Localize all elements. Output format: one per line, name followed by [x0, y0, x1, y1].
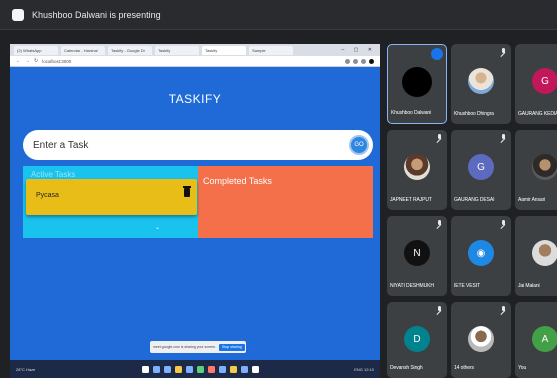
browser-tab[interactable]: Sample [249, 45, 293, 55]
browser-tab-strip: (2) WhatsApp Calendar - Harshal Taskify … [10, 44, 380, 56]
task-form: GO [23, 130, 373, 160]
vscode-icon[interactable] [219, 365, 226, 373]
speaking-icon [431, 48, 443, 60]
participant-name: GAURANG KEDIA [518, 111, 557, 117]
avatar: D [404, 326, 430, 352]
system-tray[interactable]: ENG 12:10 [354, 367, 374, 372]
forward-icon[interactable]: → [25, 58, 30, 64]
hide-button[interactable]: Hide [248, 345, 255, 349]
mic-off-icon [436, 306, 442, 314]
app-icon[interactable] [252, 365, 259, 373]
app-icon[interactable] [208, 365, 215, 373]
participant-tile[interactable]: A You [515, 302, 557, 378]
participant-name: IETE VESIT [454, 283, 480, 289]
avatar [468, 326, 494, 352]
start-icon[interactable] [142, 365, 149, 373]
task-card-dragging[interactable]: Pycasa [26, 179, 197, 215]
avatar [404, 154, 430, 180]
window-controls[interactable]: – ▢ ✕ [342, 47, 376, 53]
participant-name: Aamir Ansari [518, 197, 546, 203]
explorer-icon[interactable] [175, 365, 182, 373]
avatar [402, 67, 432, 97]
browser-tab[interactable]: Taskify [155, 45, 199, 55]
participant-name: JAPNEET RAJPUT [390, 197, 432, 203]
avatar: G [532, 68, 557, 94]
extension-icon[interactable] [345, 58, 350, 64]
participant-name: GAURANG DESAI [454, 197, 495, 203]
participant-tile[interactable]: D Devansh Singh [387, 302, 447, 378]
meet-window: Khushboo Dalwani is presenting (2) Whats… [0, 0, 557, 378]
taskview-icon[interactable] [164, 365, 171, 373]
participant-tile[interactable]: 14 others [451, 302, 511, 378]
browser-tab[interactable]: Calendar - Harshal [61, 45, 105, 55]
mic-off-icon [500, 306, 506, 314]
browser-tab-active[interactable]: Taskify [202, 45, 246, 55]
taskbar-apps [142, 365, 259, 373]
participant-name: Khushboo Dhingra [454, 111, 494, 117]
participant-name: Khushboo Dalwani [391, 110, 432, 116]
app-icon[interactable] [230, 365, 237, 373]
participant-tile[interactable]: G GAURANG DESAI [451, 130, 511, 210]
go-button[interactable]: GO [349, 135, 369, 155]
extension-icon[interactable] [353, 58, 358, 64]
back-icon[interactable]: ← [16, 58, 21, 64]
present-icon [12, 8, 24, 21]
participant-tile[interactable]: Khushboo Dhingra [451, 44, 511, 124]
browser-tab[interactable]: Taskify - Google Dr [108, 45, 152, 55]
profile-icon[interactable] [369, 58, 374, 64]
presenting-text: Khushboo Dalwani is presenting [32, 9, 161, 20]
avatar: ◉ [468, 240, 494, 266]
weather-widget[interactable]: 28°C Haze [16, 367, 46, 372]
completed-tasks-label: Completed Tasks [203, 176, 272, 186]
avatar [468, 68, 494, 94]
mic-off-icon [500, 134, 506, 142]
participant-tile[interactable]: Aamir Ansari [515, 130, 557, 210]
search-icon[interactable] [153, 365, 160, 373]
windows-taskbar: 28°C Haze ENG 12:10 [10, 360, 380, 378]
extension-icon[interactable] [361, 58, 366, 64]
task-input[interactable] [33, 137, 333, 153]
task-text: Pycasa [36, 192, 59, 199]
avatar: A [532, 326, 557, 352]
avatar [532, 240, 557, 266]
participant-name: Jai Malani [518, 283, 540, 289]
mic-off-icon [500, 48, 506, 56]
chevron-down-icon: ⌄ [155, 225, 161, 231]
participant-tile[interactable]: Khushboo Dalwani [387, 44, 447, 124]
avatar [532, 154, 557, 180]
sharing-notice-text: meet.google.com is sharing your screen. [153, 345, 217, 349]
participant-tile[interactable]: ◉ IETE VESIT [451, 216, 511, 296]
edge-icon[interactable] [186, 365, 193, 373]
participant-tile[interactable]: Jai Malani [515, 216, 557, 296]
mic-off-icon [500, 220, 506, 228]
participant-name: You [518, 365, 527, 371]
avatar: G [468, 154, 494, 180]
presenting-bar: Khushboo Dalwani is presenting [0, 0, 557, 30]
browser-tab[interactable]: (2) WhatsApp [14, 45, 58, 55]
shared-screen: (2) WhatsApp Calendar - Harshal Taskify … [10, 44, 380, 378]
participant-tile[interactable]: N NIYATI DESHMUKH [387, 216, 447, 296]
participant-name: 14 others [454, 365, 474, 371]
participant-tile[interactable]: JAPNEET RAJPUT [387, 130, 447, 210]
app-icon[interactable] [241, 365, 248, 373]
participant-name: Devansh Singh [390, 365, 423, 371]
active-tasks-label: Active Tasks [31, 170, 76, 179]
address-bar: ← → ↻ localhost:3000 [10, 56, 380, 67]
stop-sharing-button[interactable]: Stop sharing [219, 343, 245, 351]
avatar: N [404, 240, 430, 266]
delete-icon[interactable] [183, 186, 191, 197]
app-title: TASKIFY [168, 92, 222, 106]
completed-tasks-column: Completed Tasks [198, 166, 373, 238]
mic-off-icon [436, 134, 442, 142]
chrome-icon[interactable] [197, 365, 204, 373]
mic-off-icon [436, 220, 442, 228]
participant-name: NIYATI DESHMUKH [390, 283, 434, 289]
reload-icon[interactable]: ↻ [34, 58, 38, 64]
participant-tile[interactable]: G GAURANG KEDIA [515, 44, 557, 124]
extensions-area [345, 58, 374, 64]
url-text[interactable]: localhost:3000 [42, 59, 71, 64]
sharing-notice: meet.google.com is sharing your screen. … [150, 341, 255, 353]
